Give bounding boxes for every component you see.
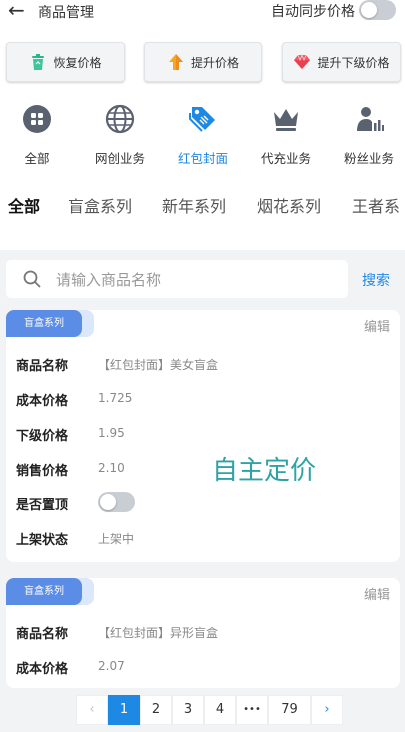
page-1-button[interactable]: 1	[108, 695, 140, 725]
product-name-label: 商品名称	[16, 359, 69, 374]
shelf-status-label: 上架状态	[16, 533, 69, 548]
arrow-up-icon	[168, 54, 183, 70]
search-placeholder: 请输入商品名称	[56, 271, 162, 289]
category-fans[interactable]: 粉丝业务	[333, 104, 405, 167]
toggle-knob	[361, 2, 377, 18]
page-79-button[interactable]: 79	[268, 695, 311, 725]
globe-icon	[105, 104, 135, 134]
pinned-toggle[interactable]	[98, 492, 135, 512]
raise-price-label: 提升价格	[190, 55, 239, 70]
page-2-button[interactable]: 2	[140, 695, 172, 725]
restore-price-button[interactable]: 恢复价格	[6, 42, 125, 82]
series-tag-label: 盲盒系列	[6, 578, 82, 605]
search-button[interactable]: 搜索	[362, 270, 390, 290]
search-box[interactable]: 请输入商品名称	[6, 260, 348, 298]
sale-price-value: 2.10	[98, 461, 125, 475]
page-title: 商品管理	[38, 5, 94, 21]
edit-button[interactable]: 编辑	[364, 316, 390, 335]
raise-price-button[interactable]: 提升价格	[144, 42, 262, 82]
category-label: 代充业务	[260, 151, 311, 166]
series-tag-label: 盲盒系列	[6, 310, 82, 337]
category-label: 红包封面	[177, 151, 228, 166]
sub-price-value: 1.95	[98, 426, 125, 440]
category-online-business[interactable]: 网创业务	[84, 104, 156, 167]
raise-sub-price-button[interactable]: 提升下级价格	[282, 42, 401, 82]
prev-page-button[interactable]: ‹	[76, 695, 108, 725]
next-page-button[interactable]: ›	[311, 695, 343, 725]
restore-price-label: 恢复价格	[53, 55, 102, 70]
category-label: 粉丝业务	[343, 151, 394, 166]
product-card: 盲盒系列 编辑 商品名称 【红包封面】美女盲盒 成本价格 1.725 下级价格 …	[6, 310, 400, 562]
raise-sub-price-label: 提升下级价格	[317, 55, 390, 70]
tab-king[interactable]: 王者系	[352, 193, 400, 217]
category-label: 全部	[24, 151, 50, 166]
series-tag: 盲盒系列	[6, 578, 94, 605]
back-arrow-icon[interactable]: ←	[8, 0, 25, 20]
auto-sync-toggle[interactable]	[359, 0, 396, 20]
tag-icon	[189, 107, 215, 132]
pagination: ‹ 1 2 3 4 ••• 79 ›	[76, 695, 343, 725]
crown-icon	[274, 109, 298, 131]
category-label: 网创业务	[94, 151, 145, 166]
tab-new-year[interactable]: 新年系列	[162, 193, 226, 217]
cost-price-value: 2.07	[98, 659, 125, 673]
page-4-button[interactable]: 4	[204, 695, 236, 725]
trash-can-icon	[32, 54, 45, 70]
product-name-label: 商品名称	[16, 627, 69, 642]
search-icon	[23, 270, 41, 288]
page-3-button[interactable]: 3	[172, 695, 204, 725]
cost-price-label: 成本价格	[16, 662, 69, 677]
category-all[interactable]: 全部	[1, 104, 73, 167]
edit-button[interactable]: 编辑	[364, 584, 390, 603]
product-card: 盲盒系列 编辑 商品名称 【红包封面】异形盲盒 成本价格 2.07	[6, 578, 400, 688]
tab-fireworks[interactable]: 烟花系列	[257, 193, 321, 217]
sub-price-label: 下级价格	[16, 429, 69, 444]
category-red-envelope[interactable]: 红包封面	[167, 104, 239, 167]
shelf-status-value: 上架中	[98, 532, 135, 546]
cost-price-value: 1.725	[98, 391, 133, 405]
app-header: ← 商品管理 自动同步价格	[0, 0, 405, 28]
page-ellipsis: •••	[236, 695, 268, 725]
product-name-value: 【红包封面】美女盲盒	[98, 358, 219, 372]
cost-price-label: 成本价格	[16, 394, 69, 409]
grid-icon	[23, 105, 51, 133]
sale-price-label: 销售价格	[16, 464, 69, 479]
category-recharge[interactable]: 代充业务	[250, 104, 322, 167]
auto-sync-label: 自动同步价格	[271, 4, 355, 20]
diamond-icon	[294, 53, 311, 69]
tab-all[interactable]: 全部	[8, 193, 40, 217]
pinned-label: 是否置顶	[16, 498, 69, 513]
tab-blind-box[interactable]: 盲盒系列	[68, 193, 132, 217]
custom-pricing-overlay: 自主定价	[212, 456, 317, 486]
series-tag: 盲盒系列	[6, 310, 94, 337]
toggle-knob	[100, 494, 116, 510]
person-chart-icon	[357, 107, 384, 131]
product-name-value: 【红包封面】异形盲盒	[98, 626, 219, 640]
